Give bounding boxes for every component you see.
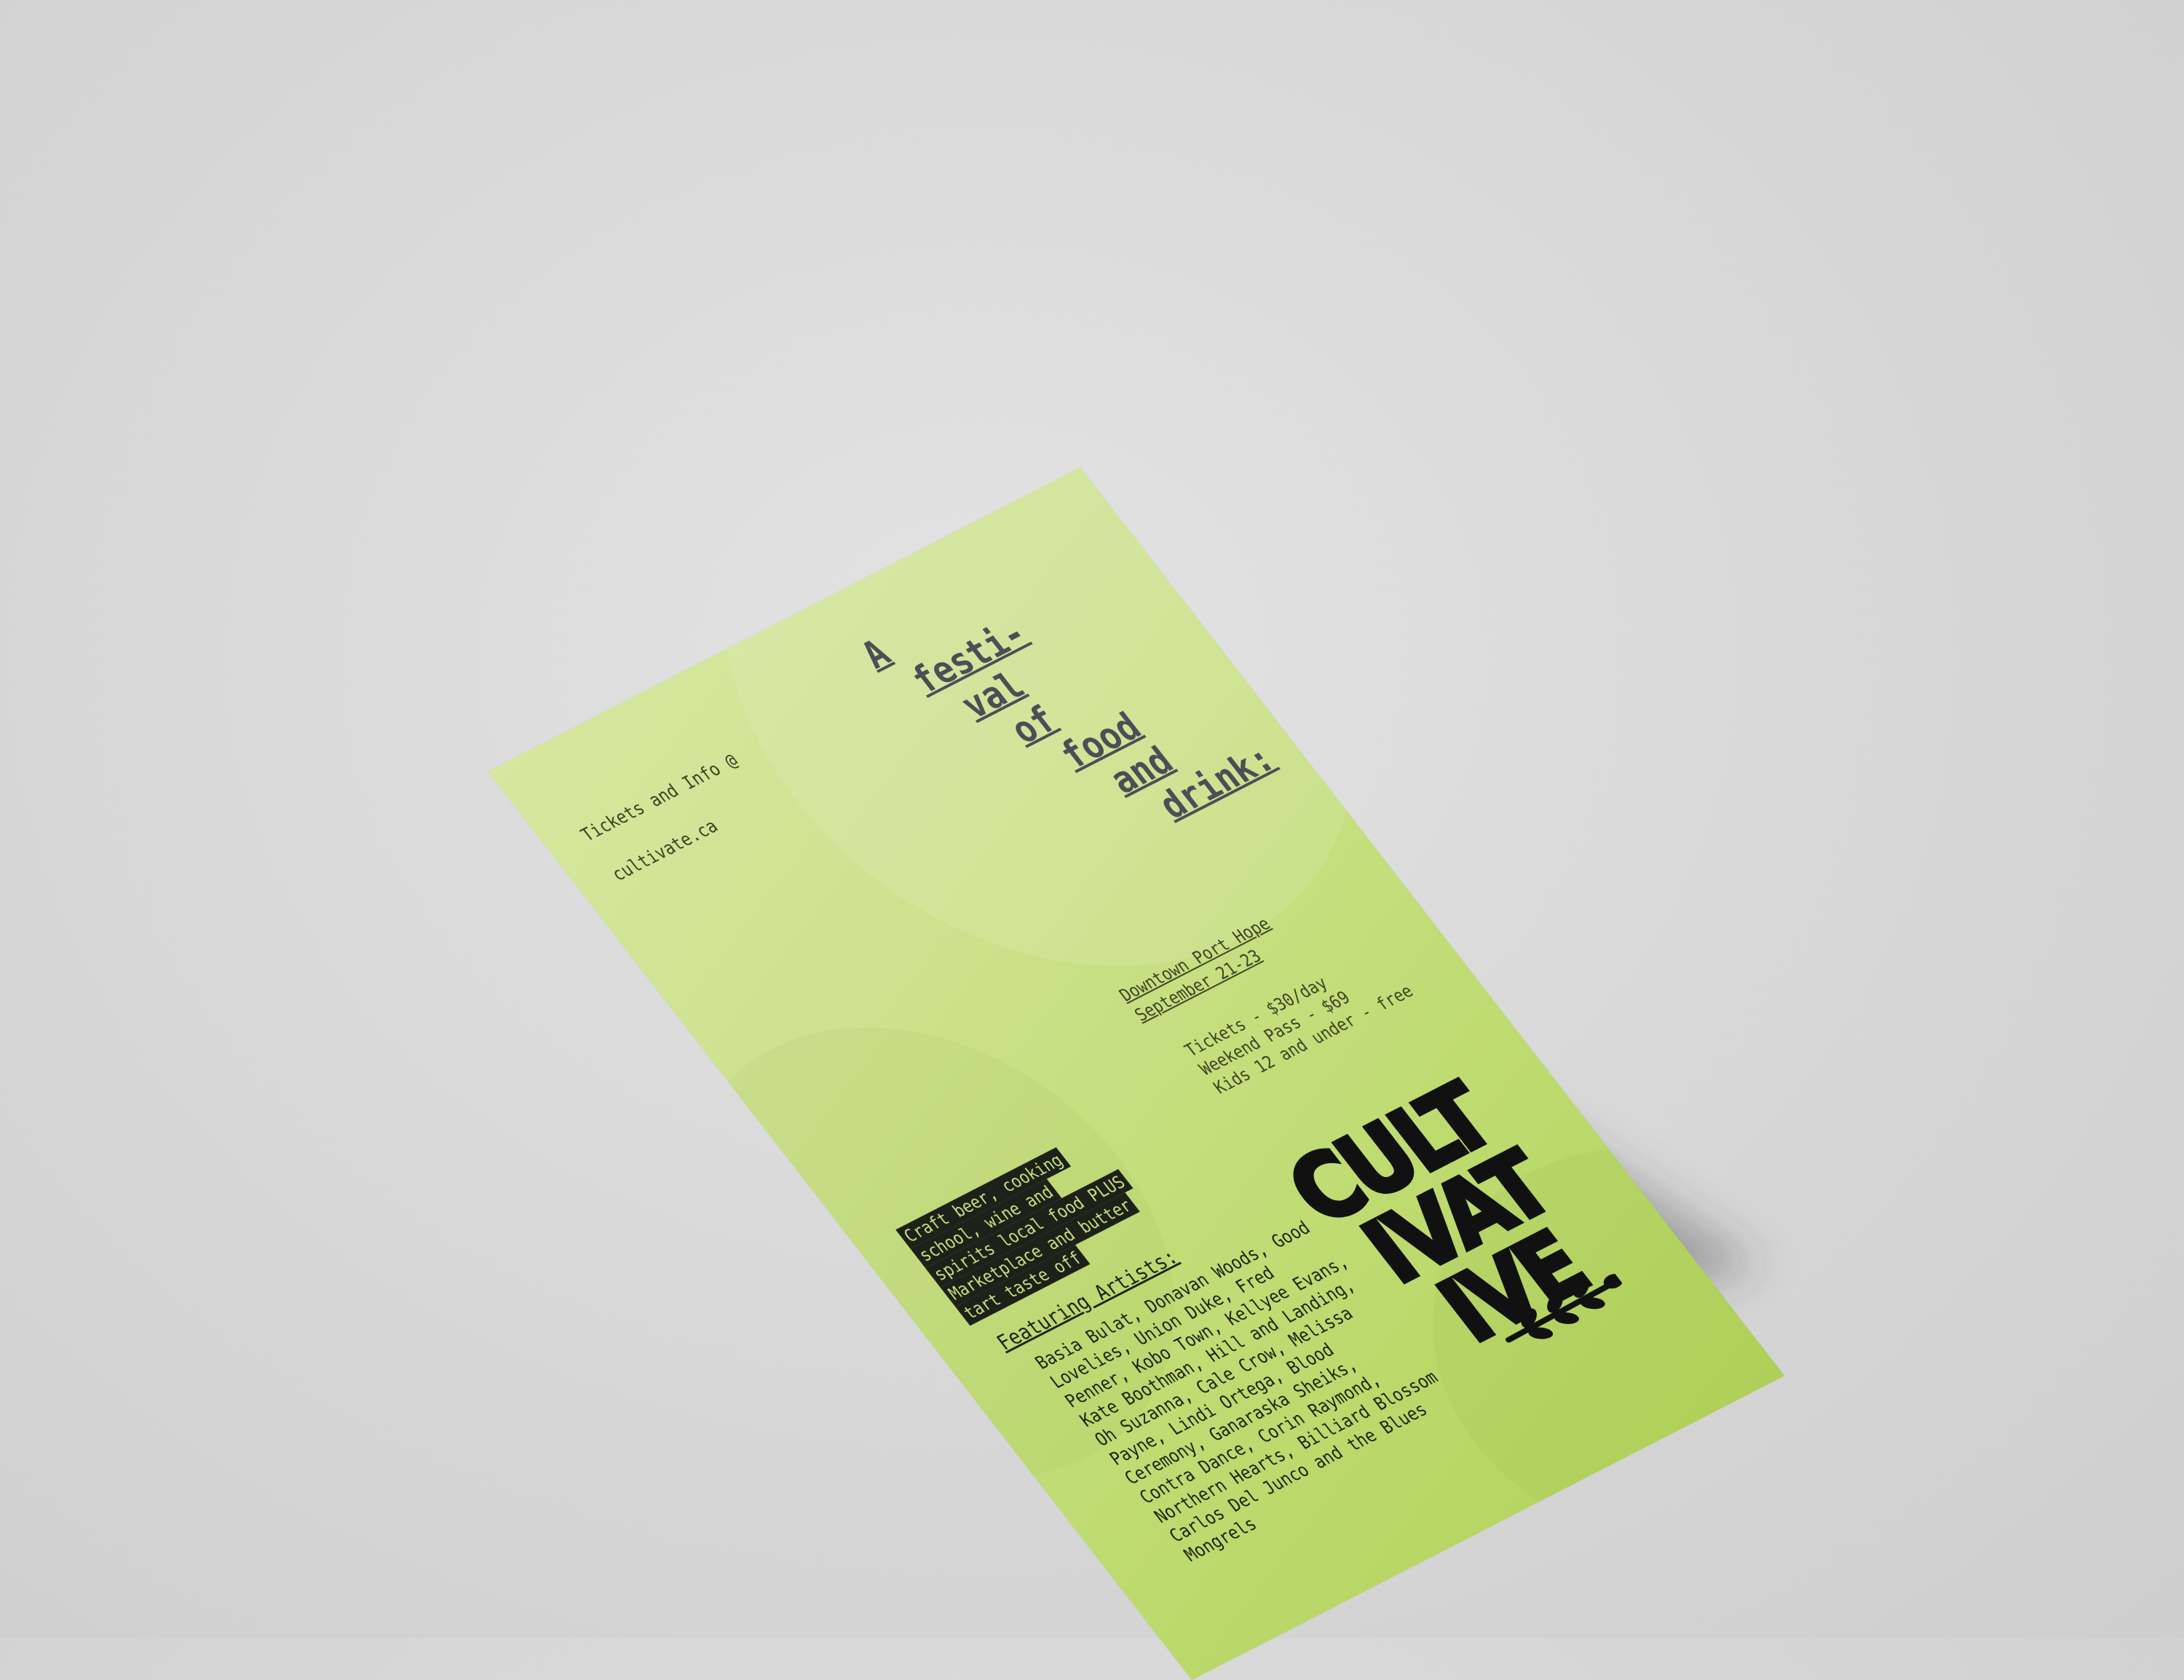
festival-flyer: Tickets and Info @ cultivate.ca A festi-… (488, 467, 1785, 1680)
tickets-info: Tickets and Info @ cultivate.ca (561, 692, 848, 887)
mockup-scene: Tickets and Info @ cultivate.ca A festi-… (0, 0, 2184, 1680)
